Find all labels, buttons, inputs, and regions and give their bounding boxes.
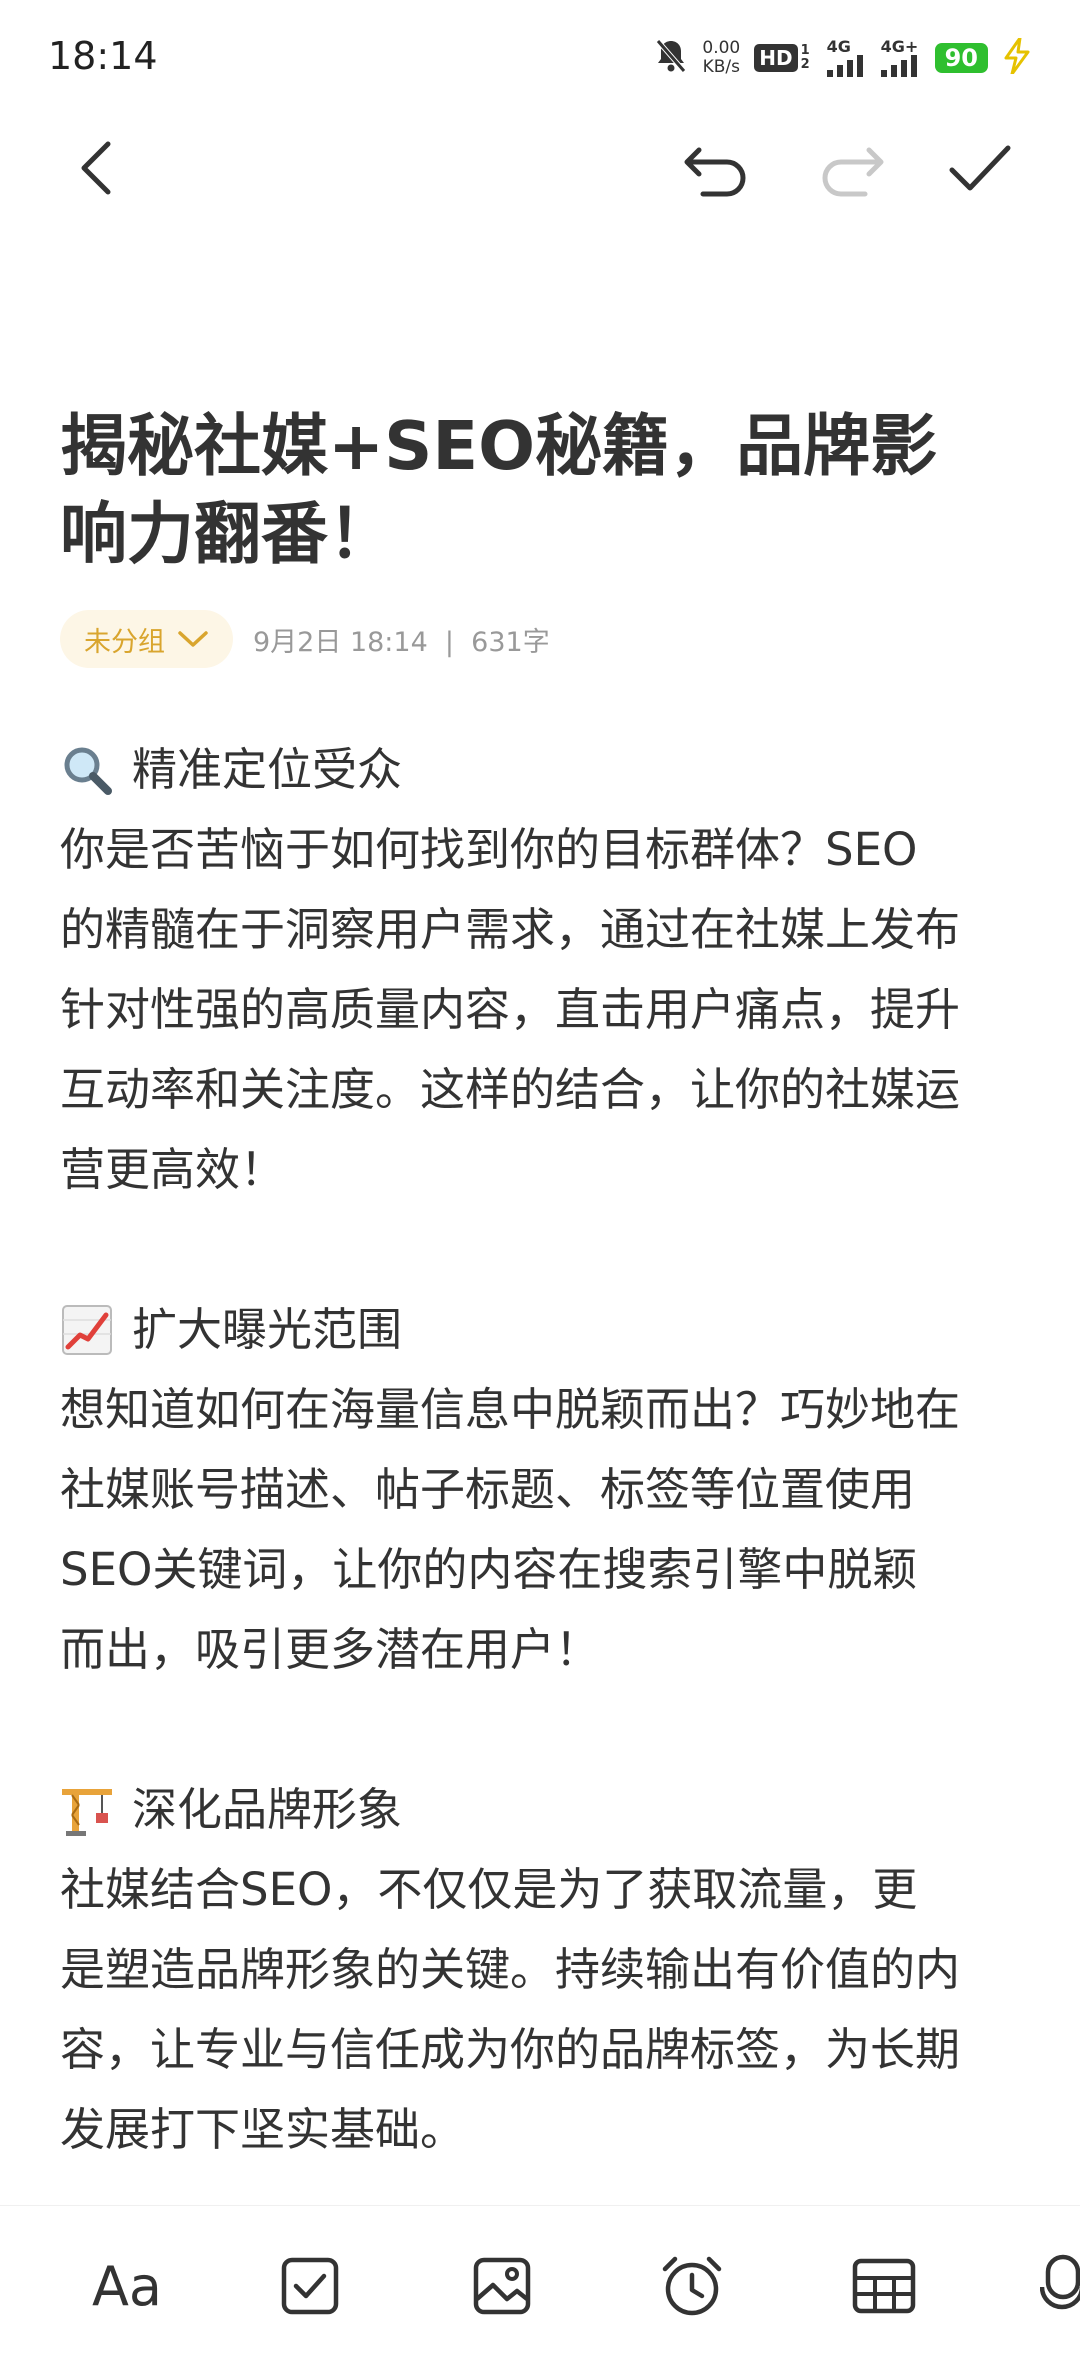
signal-sim2: 4G+ (880, 37, 921, 77)
editor-bottom-bar: Aa (0, 2205, 1080, 2371)
net-speed-unit: KB/s (702, 57, 741, 77)
construction-crane-emoji-icon (60, 1783, 114, 1837)
redo-icon (822, 147, 884, 197)
paragraph-line: 是塑造品牌形象的关键。持续输出有价值的内 (60, 1943, 961, 1996)
paragraph-line: 营更高效！ (60, 1143, 286, 1196)
status-icons: 0.00 KB/s HD 1 2 4G 4G+ 90 (654, 30, 1032, 86)
section-heading: 扩大曝光范围 (60, 1290, 1030, 1370)
note-title-line1: 揭秘社媒+SEO秘籍，品牌影 (60, 407, 938, 485)
section-heading-text: 精准定位受众 (132, 743, 403, 796)
done-button[interactable] (942, 130, 1018, 206)
bell-muted-icon (654, 37, 688, 79)
signal1-label: 4G (826, 37, 851, 56)
signal-sim1: 4G (826, 37, 867, 77)
section-heading: 精准定位受众 (60, 730, 1030, 810)
section-heading-text: 扩大曝光范围 (132, 1303, 403, 1356)
undo-button[interactable] (678, 130, 754, 206)
note-title[interactable]: 揭秘社媒+SEO秘籍，品牌影 响力翻番！ (60, 402, 1020, 578)
group-label: 未分组 (84, 626, 165, 658)
chart-increasing-emoji-icon (60, 1303, 114, 1357)
checkbox-icon (281, 2257, 339, 2315)
insert-table-button[interactable] (844, 2246, 924, 2326)
paragraph-line: SEO关键词，让你的内容在搜索引擎中脱颖 (60, 1543, 918, 1596)
charging-bolt-icon (1002, 36, 1032, 78)
paragraph-line: 想知道如何在海量信息中脱颖而出？巧妙地在 (60, 1383, 961, 1436)
note-meta: 未分组 9月2日 18:14 | 631字 (60, 610, 550, 668)
paragraph-line: 你是否苦恼于如何找到你的目标群体？SEO (60, 823, 918, 876)
signal-bars-icon (826, 55, 863, 77)
text-style-label: Aa (91, 2254, 163, 2318)
note-body[interactable]: 精准定位受众 你是否苦恼于如何找到你的目标群体？SEO 的精髓在于洞察用户需求，… (60, 730, 1030, 2170)
signal-bars-icon (880, 55, 917, 77)
paragraph-line: 容，让专业与信任成为你的品牌标签，为长期 (60, 2023, 961, 2076)
back-icon (81, 141, 111, 195)
section-heading-text: 深化品牌形象 (132, 1783, 403, 1836)
checklist-button[interactable] (270, 2246, 350, 2326)
paragraph-line: 社媒账号描述、帖子标题、标签等位置使用 (60, 1463, 916, 1516)
hd-label: HD (754, 44, 798, 72)
table-icon (852, 2258, 916, 2314)
paragraph-line: 而出，吸引更多潜在用户！ (60, 1623, 601, 1676)
microphone-icon (1040, 2254, 1080, 2310)
status-bar: 18:14 0.00 KB/s HD 1 2 4G 4G+ 90 (0, 0, 1080, 110)
magnifier-emoji-icon (60, 743, 114, 797)
voice-input-button[interactable] (1040, 2246, 1080, 2326)
reminder-button[interactable] (652, 2246, 732, 2326)
note-date-wordcount: 9月2日 18:14 | 631字 (253, 626, 550, 658)
group-selector[interactable]: 未分组 (60, 610, 233, 668)
note-toolbar (0, 110, 1080, 220)
hd-voice-badge: HD 1 2 (754, 44, 812, 72)
alarm-clock-icon (662, 2256, 722, 2316)
status-time: 18:14 (48, 34, 158, 78)
note-title-line2: 响力翻番！ (60, 495, 395, 573)
chevron-down-icon (178, 631, 208, 647)
network-speed: 0.00 KB/s (702, 39, 740, 77)
paragraph-line: 的精髓在于洞察用户需求，通过在社媒上发布 (60, 903, 961, 956)
paragraph-line: 针对性强的高质量内容，直击用户痛点，提升 (60, 983, 961, 1036)
battery-level: 90 (934, 43, 988, 73)
signal2-label: 4G+ (880, 37, 919, 56)
image-icon (473, 2257, 531, 2315)
net-speed-value: 0.00 (702, 38, 741, 58)
redo-button[interactable] (814, 130, 890, 206)
paragraph-line: 社媒结合SEO，不仅仅是为了获取流量，更 (60, 1863, 918, 1916)
insert-image-button[interactable] (462, 2246, 542, 2326)
undo-icon (684, 147, 746, 197)
text-style-button[interactable]: Aa (82, 2246, 172, 2326)
hd-slots: 1 2 (800, 43, 810, 72)
paragraph-line: 发展打下坚实基础。 (60, 2103, 466, 2156)
checkmark-icon (949, 145, 1011, 191)
section-heading: 深化品牌形象 (60, 1770, 1030, 1850)
paragraph-line: 互动率和关注度。这样的结合，让你的社媒运 (60, 1063, 961, 1116)
back-button[interactable] (58, 130, 134, 206)
